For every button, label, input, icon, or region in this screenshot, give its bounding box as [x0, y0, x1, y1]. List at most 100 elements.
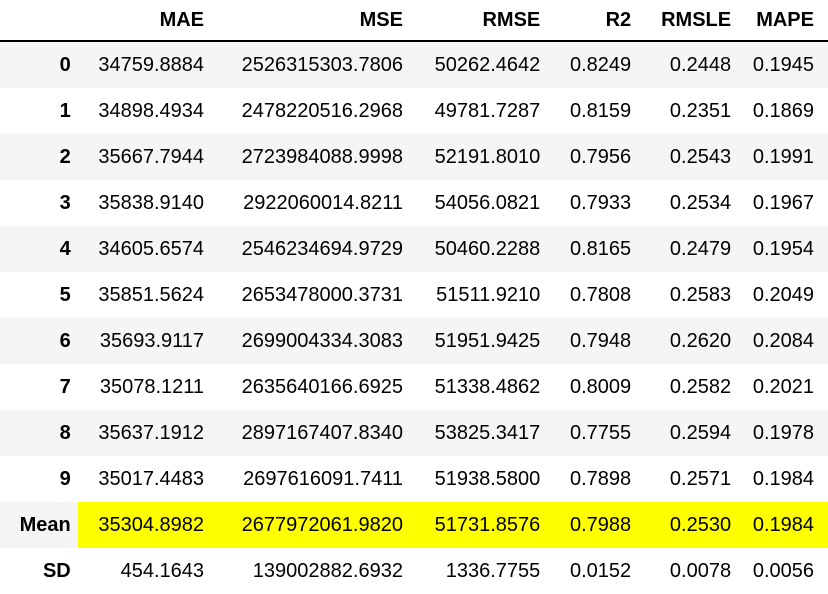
cell-mape: 0.1984: [738, 502, 828, 548]
cell-rmse: 49781.7287: [434, 99, 541, 122]
table-row: 3 35838.9140 2922060014.8211 54056.0821 0.79…: [0, 180, 828, 226]
cell-mse: 2897167407.8340: [241, 421, 403, 444]
cell-mape: 0.1984: [752, 467, 814, 490]
cell-rmse: 51938.5800: [434, 467, 541, 490]
row-index: 8: [59, 421, 71, 444]
row-index: Mean: [19, 513, 71, 536]
row-index: 5: [59, 283, 71, 306]
table-row: 7 35078.1211 2635640166.6925 51338.4862 0.80…: [0, 364, 828, 410]
row-index: 7: [59, 375, 71, 398]
cell-rmse: 51511.9210: [436, 283, 541, 306]
cell-rmsle: 0.2620: [669, 329, 732, 352]
results-table: MAE MSE RMSE R2 RMSLE MAPE 0 34759.8884 25…: [0, 0, 828, 594]
cell-mape: 0.0056: [752, 559, 814, 582]
cell-rmsle: 0.2479: [669, 237, 732, 260]
cell-mape: 0.1967: [752, 191, 814, 214]
header-mse: MSE: [211, 0, 410, 42]
cell-rmsle: 0.0078: [669, 559, 732, 582]
cell-r2: 0.7948: [569, 329, 632, 352]
cell-mse: 2922060014.8211: [243, 191, 403, 214]
cell-mse: 2478220516.2968: [241, 99, 403, 122]
header-rmsle: RMSLE: [638, 0, 739, 42]
row-index: 9: [59, 467, 71, 490]
cell-rmse: 52191.8010: [434, 145, 541, 168]
cell-r2: 0.8009: [569, 375, 632, 398]
cell-mse: 2723984088.9998: [241, 145, 403, 168]
table-row: 4 34605.6574 2546234694.9729 50460.2288 0.81…: [0, 226, 828, 272]
cell-mse: 2697616091.7411: [243, 467, 403, 490]
cell-mape: 0.1869: [752, 99, 814, 122]
cell-rmsle: 0.2543: [669, 145, 732, 168]
cell-mse: 2677972061.9820: [211, 502, 410, 548]
table-row: 6 35693.9117 2699004334.3083 51951.9425 0.79…: [0, 318, 828, 364]
header-rmse: RMSE: [409, 0, 548, 42]
cell-mse: 2546234694.9729: [241, 237, 403, 260]
row-index: 2: [59, 145, 71, 168]
row-index: SD: [42, 559, 71, 582]
cell-mse: 2526315303.7806: [241, 53, 403, 76]
table-body: 0 34759.8884 2526315303.7806 50262.4642 0.82…: [0, 41, 828, 594]
cell-mse: 2635640166.6925: [241, 375, 403, 398]
cell-mse: 2699004334.3083: [241, 329, 403, 352]
cell-rmsle: 0.2448: [669, 53, 732, 76]
cell-mae: 35304.8982: [77, 502, 212, 548]
cell-mape: 0.1945: [752, 53, 814, 76]
row-index: 1: [59, 99, 71, 122]
header-index: [0, 0, 78, 42]
cell-rmsle: 0.2534: [669, 191, 732, 214]
cell-mae: 35693.9117: [99, 329, 205, 352]
table-row: Mean 35304.8982 2677972061.9820 51731.8576 0…: [0, 502, 828, 548]
header-row: MAE MSE RMSE R2 RMSLE MAPE: [0, 0, 828, 42]
cell-mae: 35637.1912: [98, 421, 205, 444]
cell-r2: 0.7808: [569, 283, 632, 306]
cell-r2: 0.8249: [569, 53, 632, 76]
cell-rmsle: 0.2530: [638, 502, 739, 548]
cell-mae: 35017.4483: [98, 467, 205, 490]
cell-rmse: 50460.2288: [434, 237, 541, 260]
cell-rmse: 51731.8576: [409, 502, 548, 548]
cell-mae: 34898.4934: [98, 99, 205, 122]
cell-rmse: 51951.9425: [434, 329, 541, 352]
cell-r2: 0.0152: [569, 559, 632, 582]
table-row: 2 35667.7944 2723984088.9998 52191.8010 0.79…: [0, 134, 828, 180]
cell-r2: 0.7755: [569, 421, 632, 444]
cell-mape: 0.2049: [752, 283, 814, 306]
cell-mape: 0.1978: [752, 421, 814, 444]
cell-rmse: 50262.4642: [434, 53, 541, 76]
row-index: 4: [59, 237, 71, 260]
cell-mse: 139002882.6932: [252, 559, 403, 582]
cell-rmsle: 0.2582: [669, 375, 732, 398]
header-mape: MAPE: [738, 0, 828, 42]
header-mae: MAE: [77, 0, 212, 42]
table-row: 0 34759.8884 2526315303.7806 50262.4642 0.82…: [0, 41, 828, 88]
cell-mape: 0.2021: [752, 375, 814, 398]
row-index: 3: [59, 191, 71, 214]
cell-mape: 0.1991: [752, 145, 814, 168]
cell-rmse: 53825.3417: [434, 421, 541, 444]
cell-mae: 35078.1211: [99, 375, 205, 398]
cell-mape: 0.1954: [752, 237, 814, 260]
cell-mae: 35851.5624: [98, 283, 205, 306]
cell-mae: 35667.7944: [98, 145, 205, 168]
cell-mape: 0.2084: [752, 329, 814, 352]
header-r2: R2: [547, 0, 639, 42]
cell-r2: 0.7933: [569, 191, 632, 214]
cell-rmse: 51338.4862: [434, 375, 541, 398]
cell-mae: 34759.8884: [98, 53, 205, 76]
row-index: 0: [59, 53, 71, 76]
table-row: 8 35637.1912 2897167407.8340 53825.3417 0.77…: [0, 410, 828, 456]
cell-rmse: 54056.0821: [434, 191, 541, 214]
table-row: 9 35017.4483 2697616091.7411 51938.5800 0.78…: [0, 456, 828, 502]
table-row: SD 454.1643 139002882.6932 1336.7755 0.0152 0…: [0, 548, 828, 594]
cell-rmse: 1336.7755: [445, 559, 541, 582]
cell-r2: 0.7956: [569, 145, 632, 168]
cell-mae: 35838.9140: [98, 191, 205, 214]
cell-rmsle: 0.2583: [669, 283, 732, 306]
cell-r2: 0.8159: [569, 99, 632, 122]
cell-mse: 2653478000.3731: [241, 283, 403, 306]
cell-r2: 0.7988: [547, 502, 639, 548]
table-row: 5 35851.5624 2653478000.3731 51511.9210 0.78…: [0, 272, 828, 318]
cell-rmsle: 0.2571: [669, 467, 732, 490]
cell-r2: 0.8165: [569, 237, 632, 260]
cell-r2: 0.7898: [569, 467, 632, 490]
